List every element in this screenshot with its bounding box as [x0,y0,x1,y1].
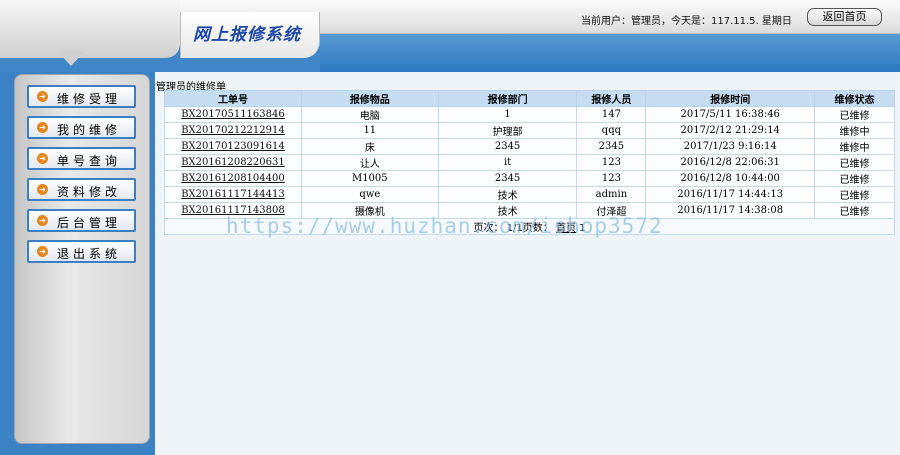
back-home-button[interactable]: 返回首页 [807,8,882,26]
order-id-link[interactable]: BX20161208104400 [164,170,302,187]
order-id-link[interactable]: BX20170511163846 [164,106,302,123]
order-id-link[interactable]: BX20161117144413 [164,186,302,203]
department-cell: 技术 [437,186,578,203]
menu-item-my-repairs[interactable]: ➜ 我的维修 [27,116,136,139]
header-logo-area [0,0,180,58]
column-header: 工单号 [164,90,302,107]
item-cell: 电脑 [300,106,439,123]
menu-item-label: 资料修改 [57,185,122,199]
column-header: 报修人员 [576,90,647,107]
status-cell: 已维修 [814,186,895,203]
table-row: BX20161208220631 让人 it 123 2016/12/8 22:… [164,154,895,171]
table-header-row: 工单号 报修物品 报修部门 报修人员 报修时间 维修状态 [164,90,895,107]
time-cell: 2016/12/8 22:06:31 [645,154,816,171]
menu-item-order-query[interactable]: ➜ 单号查询 [27,147,136,170]
item-cell: 床 [300,138,439,155]
column-header: 维修状态 [814,90,895,107]
system-title-box: 网上报修系统 [180,12,320,58]
menu-item-label: 我的维修 [57,123,122,137]
arrow-circle-icon: ➜ [37,246,48,257]
item-cell: qwe [300,186,439,203]
time-cell: 2016/12/8 10:44:00 [645,170,816,187]
department-cell: 2345 [437,170,578,187]
arrow-circle-icon: ➜ [37,153,48,164]
menu-item-repair-accept[interactable]: ➜ 维修受理 [27,85,136,108]
menu-item-admin[interactable]: ➜ 后台管理 [27,209,136,232]
arrow-circle-icon: ➜ [37,215,48,226]
arrow-circle-icon: ➜ [37,122,48,133]
table-row: BX20161208104400 M1005 2345 123 2016/12/… [164,170,895,187]
arrow-circle-icon: ➜ [37,184,48,195]
arrow-circle-icon: ➜ [37,91,48,102]
menu-item-edit-profile[interactable]: ➜ 资料修改 [27,178,136,201]
order-id-link[interactable]: BX20170123091614 [164,138,302,155]
reporter-cell: 123 [576,154,647,171]
header-blue-band [320,34,900,72]
watermark-text: https://www.huzhan.com/ishop3572 [226,214,663,238]
time-cell: 2016/11/17 14:44:13 [645,186,816,203]
reporter-cell: 2345 [576,138,647,155]
sidebar-menu: ➜ 维修受理 ➜ 我的维修 ➜ 单号查询 ➜ 资料修改 ➜ 后台管理 ➜ 退出系… [14,74,150,444]
status-cell: 维修中 [814,138,895,155]
header-notch [58,52,84,66]
time-cell: 2017/2/12 21:29:14 [645,122,816,139]
time-cell: 2017/1/23 9:16:14 [645,138,816,155]
main-content: 管理员的维修单 工单号 报修物品 报修部门 报修人员 报修时间 维修状态 BX2… [155,72,900,455]
column-header: 报修时间 [645,90,816,107]
status-cell: 已维修 [814,106,895,123]
reporter-cell: admin [576,186,647,203]
system-title: 网上报修系统 [193,25,301,45]
department-cell: 1 [437,106,578,123]
status-cell: 已维修 [814,202,895,219]
item-cell: M1005 [300,170,439,187]
header: 网上报修系统 当前用户：管理员，今天是：117.11.5. 星期日 返回首页 [0,0,900,72]
column-header: 报修物品 [300,90,439,107]
table-row: BX20170511163846 电脑 1 147 2017/5/11 16:3… [164,106,895,123]
menu-item-label: 单号查询 [57,154,122,168]
department-cell: 2345 [437,138,578,155]
department-cell: 护理部 [437,122,578,139]
table-row: BX20161117144413 qwe 技术 admin 2016/11/17… [164,186,895,203]
department-cell: it [437,154,578,171]
status-cell: 已维修 [814,170,895,187]
status-cell: 已维修 [814,154,895,171]
order-id-link[interactable]: BX20161208220631 [164,154,302,171]
menu-item-label: 退出系统 [57,247,122,261]
sidebar-frame: ➜ 维修受理 ➜ 我的维修 ➜ 单号查询 ➜ 资料修改 ➜ 后台管理 ➜ 退出系… [0,72,155,455]
user-info: 当前用户：管理员，今天是：117.11.5. 星期日 [581,16,792,27]
order-id-link[interactable]: BX20170212212914 [164,122,302,139]
table-row: BX20170123091614 床 2345 2345 2017/1/23 9… [164,138,895,155]
time-cell: 2017/5/11 16:38:46 [645,106,816,123]
status-cell: 维修中 [814,122,895,139]
table-row: BX20170212212914 11 护理部 qqq 2017/2/12 21… [164,122,895,139]
item-cell: 11 [300,122,439,139]
reporter-cell: 147 [576,106,647,123]
menu-item-logout[interactable]: ➜ 退出系统 [27,240,136,263]
menu-item-label: 维修受理 [57,92,122,106]
time-cell: 2016/11/17 14:38:08 [645,202,816,219]
item-cell: 让人 [300,154,439,171]
menu-item-label: 后台管理 [57,216,122,230]
column-header: 报修部门 [437,90,578,107]
reporter-cell: qqq [576,122,647,139]
reporter-cell: 123 [576,170,647,187]
